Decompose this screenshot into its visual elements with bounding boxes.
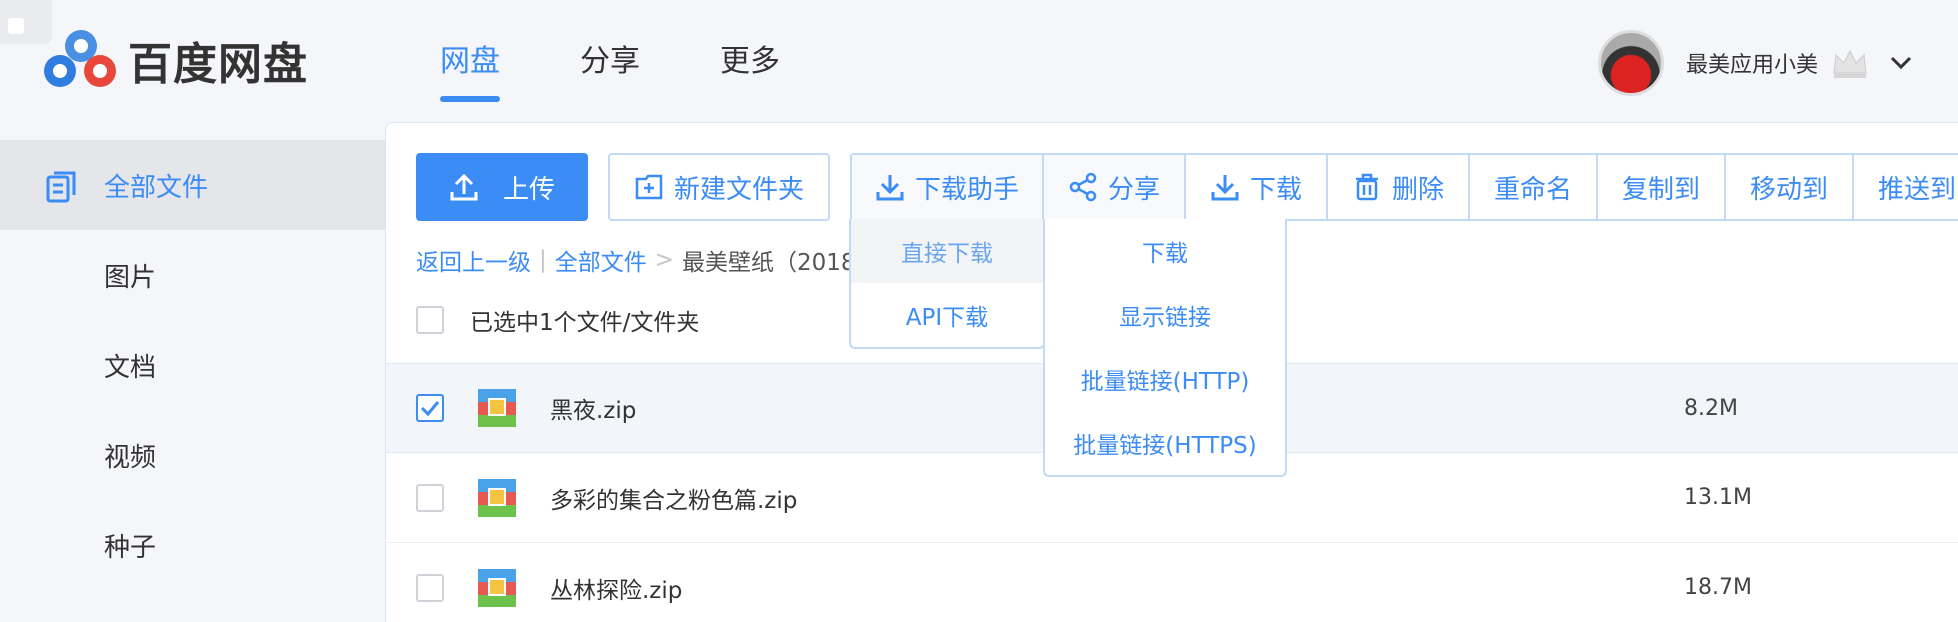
selection-bar: 已选中1个文件/文件夹 [416, 303, 699, 337]
app-title: 百度网盘 [128, 39, 308, 90]
rename-button[interactable]: 重命名 [1470, 155, 1598, 219]
header: 百度网盘 网盘 分享 更多 最美应用小美 [0, 0, 1958, 122]
zip-file-icon [478, 568, 516, 607]
file-size: 13.1M [1684, 485, 1752, 510]
breadcrumb-current: 最美壁纸（2018 [682, 250, 856, 276]
toolbar: 上传 新建文件夹 下载助手 分享 下载 删除 重命名 复制到 移动到 推送到 [416, 153, 1958, 221]
files-icon [46, 171, 76, 203]
download-icon [876, 175, 904, 201]
new-folder-label: 新建文件夹 [673, 174, 804, 205]
delete-button[interactable]: 删除 [1328, 155, 1470, 219]
download-icon [1211, 175, 1239, 201]
file-actions-group: 下载助手 分享 下载 删除 重命名 复制到 移动到 推送到 [850, 153, 1958, 221]
copy-to-button[interactable]: 复制到 [1598, 155, 1726, 219]
sidebar-item-label: 图片 [104, 262, 157, 293]
zip-file-icon [478, 478, 516, 517]
top-nav: 网盘 分享 更多 [440, 36, 860, 102]
new-folder-icon [635, 174, 663, 200]
nav-more[interactable]: 更多 [720, 36, 780, 102]
share-label: 分享 [1107, 174, 1160, 205]
sidebar-item-torrents[interactable]: 种子 [0, 500, 386, 590]
sidebar-item-all-files[interactable]: 全部文件 [0, 140, 386, 230]
file-size: 8.2M [1684, 395, 1738, 421]
sidebar-item-videos[interactable]: 视频 [0, 410, 386, 500]
download-helper-menu: 直接下载 API下载 [849, 219, 1045, 349]
menu-item-batch-https[interactable]: 批量链接(HTTPS) [1045, 411, 1285, 475]
chevron-down-icon[interactable] [1888, 50, 1914, 76]
zip-file-icon [478, 389, 516, 427]
download-label: 下载 [1249, 174, 1302, 205]
share-button[interactable]: 分享 [1044, 155, 1186, 219]
sidebar-item-label: 全部文件 [104, 172, 209, 203]
selection-count: 已选中1个文件/文件夹 [470, 310, 700, 336]
trash-icon [1355, 173, 1378, 201]
move-to-label: 移动到 [1749, 174, 1828, 205]
row-checkbox[interactable] [416, 573, 444, 602]
copy-to-label: 复制到 [1621, 174, 1700, 205]
checkmark-icon [420, 401, 440, 417]
share-icon [1069, 172, 1097, 202]
upload-button[interactable]: 上传 [416, 153, 588, 221]
main-panel: 上传 新建文件夹 下载助手 分享 下载 删除 重命名 复制到 移动到 推送到 直… [385, 122, 1958, 622]
menu-item-show-link[interactable]: 显示链接 [1045, 283, 1285, 347]
user-name[interactable]: 最美应用小美 [1686, 47, 1818, 79]
sidebar: 全部文件 图片 文档 视频 种子 [0, 140, 386, 590]
breadcrumb: 返回上一级 | 全部文件 > 最美壁纸（2018 [416, 243, 856, 277]
row-checkbox[interactable] [416, 483, 444, 512]
push-to-label: 推送到 [1878, 174, 1957, 205]
sidebar-item-label: 文档 [104, 352, 157, 383]
menu-item-api-download[interactable]: API下载 [851, 283, 1043, 347]
upload-label: 上传 [502, 174, 555, 205]
sidebar-item-label: 种子 [104, 532, 157, 563]
breadcrumb-arrow: > [654, 247, 675, 273]
crown-icon [1833, 49, 1867, 78]
breadcrumb-root[interactable]: 全部文件 [555, 243, 647, 277]
file-size: 18.7M [1684, 575, 1752, 600]
push-to-button[interactable]: 推送到 [1854, 155, 1958, 219]
new-folder-button[interactable]: 新建文件夹 [608, 153, 830, 221]
download-helper-button[interactable]: 下载助手 [852, 155, 1044, 219]
menu-item-download[interactable]: 下载 [1045, 219, 1285, 283]
download-button[interactable]: 下载 [1186, 155, 1328, 219]
upload-icon [450, 173, 478, 201]
avatar[interactable] [1598, 30, 1664, 96]
nav-share[interactable]: 分享 [580, 36, 640, 102]
sidebar-item-documents[interactable]: 文档 [0, 320, 386, 410]
move-to-button[interactable]: 移动到 [1726, 155, 1854, 219]
breadcrumb-separator: | [539, 247, 547, 273]
file-name[interactable]: 多彩的集合之粉色篇.zip [550, 481, 797, 515]
table-row[interactable]: 丛林探险.zip 18.7M [386, 543, 1958, 622]
rename-label: 重命名 [1493, 174, 1572, 205]
user-menu[interactable]: 最美应用小美 [1598, 30, 1914, 96]
sidebar-item-images[interactable]: 图片 [0, 230, 386, 320]
sidebar-item-label: 视频 [104, 442, 157, 473]
select-all-checkbox[interactable] [416, 306, 444, 334]
row-checkbox[interactable] [416, 394, 444, 422]
logo[interactable]: 百度网盘 [38, 26, 308, 94]
baidu-cloud-logo-icon [44, 30, 116, 87]
nav-netdisk[interactable]: 网盘 [440, 36, 500, 102]
share-download-menu: 下载 显示链接 批量链接(HTTP) 批量链接(HTTPS) [1043, 219, 1287, 477]
breadcrumb-back[interactable]: 返回上一级 [416, 243, 531, 277]
menu-item-batch-http[interactable]: 批量链接(HTTP) [1045, 347, 1285, 411]
file-name[interactable]: 丛林探险.zip [550, 571, 682, 605]
download-helper-label: 下载助手 [914, 174, 1019, 205]
menu-item-direct-download[interactable]: 直接下载 [851, 219, 1043, 283]
delete-label: 删除 [1391, 174, 1444, 205]
file-name[interactable]: 黑夜.zip [550, 391, 636, 425]
